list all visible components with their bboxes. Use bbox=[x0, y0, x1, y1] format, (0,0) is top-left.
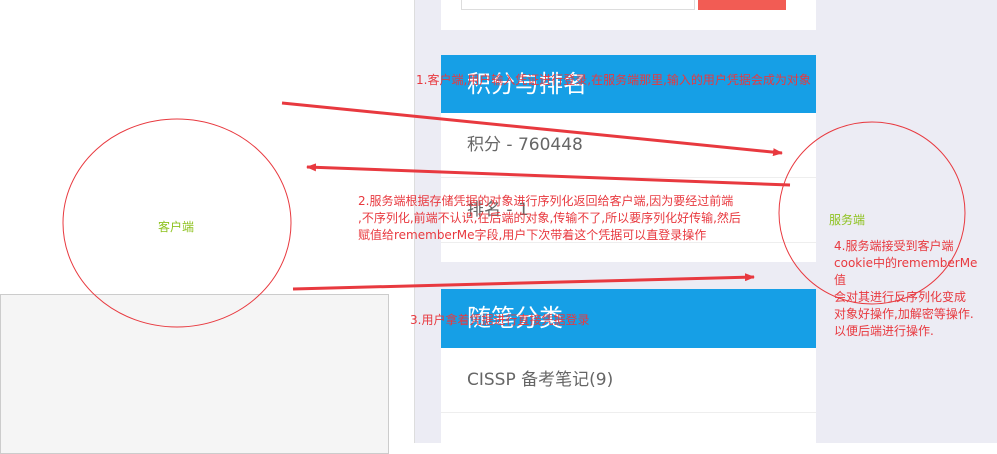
step4-annotation: 4.服务端接受到客户端 cookie中的rememberMe 值 会对其进行反序… bbox=[834, 239, 978, 338]
server-label: 服务端 bbox=[829, 213, 866, 227]
arrow-step1 bbox=[281, 101, 783, 157]
step1-annotation: 1.客户端,用户输入凭证进行登录,在服务端那里,输入的用户凭据会成为对象 bbox=[416, 73, 811, 87]
arrow-step2 bbox=[306, 163, 791, 187]
arrow-step3 bbox=[292, 273, 755, 291]
step3-annotation: 3.用户拿着凭据进行直接凭据登录 bbox=[410, 313, 590, 327]
step2-annotation: 2.服务端根据存储凭据的对象进行序列化返回给客户端,因为要经过前端 ,不序列化,… bbox=[358, 194, 741, 242]
client-label: 客户端 bbox=[158, 220, 195, 234]
